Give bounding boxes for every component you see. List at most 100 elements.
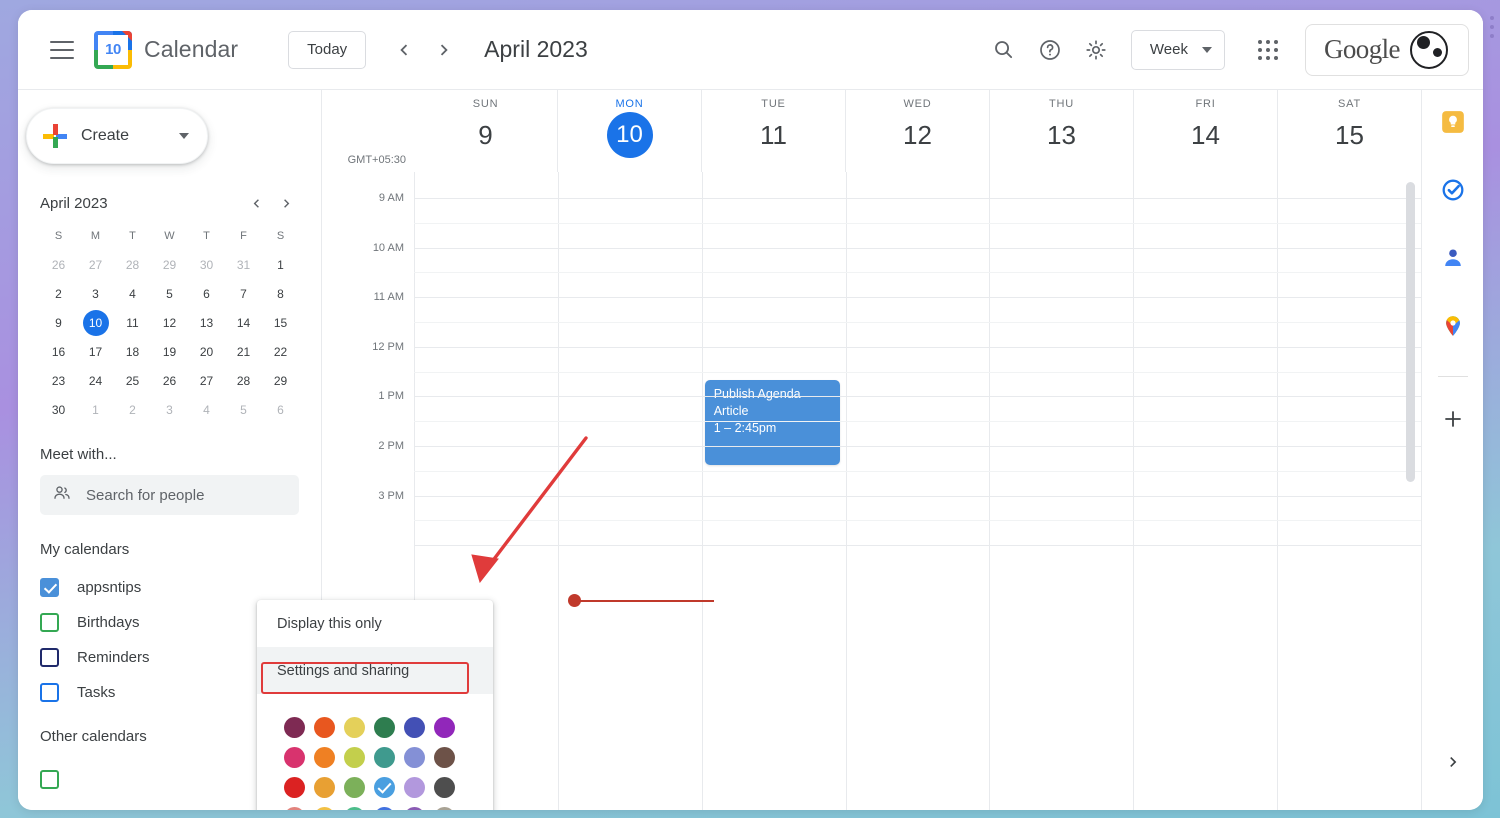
mini-calendar-day[interactable]: 29 bbox=[157, 252, 183, 278]
mini-calendar-day[interactable]: 24 bbox=[83, 368, 109, 394]
color-swatch[interactable] bbox=[369, 712, 399, 742]
apps-grid-icon[interactable] bbox=[1247, 29, 1289, 71]
chevron-right-icon[interactable] bbox=[424, 30, 464, 70]
contacts-icon[interactable] bbox=[1433, 238, 1473, 278]
mini-calendar-day[interactable]: 29 bbox=[268, 368, 294, 394]
context-menu-item-settings-and-sharing[interactable]: Settings and sharing bbox=[257, 647, 493, 694]
view-select[interactable]: Week bbox=[1131, 30, 1225, 70]
mini-calendar-day[interactable]: 8 bbox=[268, 281, 294, 307]
calendar-checkbox[interactable] bbox=[40, 683, 59, 702]
color-swatch[interactable] bbox=[399, 742, 429, 772]
color-swatch[interactable] bbox=[309, 772, 339, 802]
color-swatch[interactable] bbox=[369, 742, 399, 772]
maps-icon[interactable] bbox=[1433, 306, 1473, 346]
day-header-date[interactable]: 14 bbox=[1183, 112, 1229, 158]
color-swatch[interactable] bbox=[309, 712, 339, 742]
account-chip[interactable]: Google bbox=[1305, 24, 1469, 76]
calendar-event[interactable]: Publish Agenda Article1 – 2:45pm bbox=[705, 380, 840, 465]
mini-calendar-day[interactable]: 18 bbox=[120, 339, 146, 365]
mini-calendar-day[interactable]: 3 bbox=[157, 397, 183, 423]
mini-calendar-day[interactable]: 19 bbox=[157, 339, 183, 365]
mini-calendar-day[interactable]: 1 bbox=[83, 397, 109, 423]
search-people-input[interactable]: Search for people bbox=[40, 475, 299, 515]
day-column[interactable]: Publish Agenda Article1 – 2:45pm bbox=[702, 172, 846, 810]
color-swatch[interactable] bbox=[399, 802, 429, 810]
mini-calendar-day[interactable]: 27 bbox=[83, 252, 109, 278]
day-column[interactable] bbox=[989, 172, 1133, 810]
mini-calendar-day[interactable]: 22 bbox=[268, 339, 294, 365]
mini-calendar-day[interactable]: 6 bbox=[194, 281, 220, 307]
color-swatch[interactable] bbox=[339, 772, 369, 802]
color-swatch[interactable] bbox=[309, 802, 339, 810]
color-swatch[interactable] bbox=[369, 772, 399, 802]
day-header-date[interactable]: 9 bbox=[463, 112, 509, 158]
color-swatch[interactable] bbox=[399, 712, 429, 742]
mini-calendar-day[interactable]: 26 bbox=[157, 368, 183, 394]
expand-panel-button[interactable] bbox=[1435, 744, 1471, 780]
mini-calendar-day[interactable]: 27 bbox=[194, 368, 220, 394]
color-swatch[interactable] bbox=[429, 802, 459, 810]
mini-calendar-day[interactable]: 14 bbox=[231, 310, 257, 336]
today-button[interactable]: Today bbox=[288, 31, 366, 69]
day-header-date[interactable]: 12 bbox=[895, 112, 941, 158]
mini-calendar-day[interactable]: 25 bbox=[120, 368, 146, 394]
mini-calendar-day[interactable]: 13 bbox=[194, 310, 220, 336]
day-column[interactable] bbox=[1133, 172, 1277, 810]
search-icon[interactable] bbox=[983, 29, 1025, 71]
color-swatch[interactable] bbox=[429, 772, 459, 802]
color-swatch[interactable] bbox=[339, 802, 369, 810]
mini-calendar-next[interactable] bbox=[273, 190, 299, 216]
calendar-checkbox[interactable] bbox=[40, 578, 59, 597]
mini-calendar-day[interactable]: 6 bbox=[268, 397, 294, 423]
color-swatch[interactable] bbox=[279, 712, 309, 742]
day-column[interactable] bbox=[846, 172, 990, 810]
mini-calendar-day[interactable]: 23 bbox=[46, 368, 72, 394]
mini-calendar-day[interactable]: 5 bbox=[157, 281, 183, 307]
mini-calendar-day[interactable]: 15 bbox=[268, 310, 294, 336]
mini-calendar-day[interactable]: 2 bbox=[46, 281, 72, 307]
day-column[interactable] bbox=[1277, 172, 1421, 810]
mini-calendar-day[interactable]: 9 bbox=[46, 310, 72, 336]
color-swatch[interactable] bbox=[309, 742, 339, 772]
day-header-date-today[interactable]: 10 bbox=[607, 112, 653, 158]
mini-calendar-day[interactable]: 20 bbox=[194, 339, 220, 365]
color-swatch[interactable] bbox=[369, 802, 399, 810]
plus-icon[interactable] bbox=[1433, 399, 1473, 439]
mini-calendar-day[interactable]: 30 bbox=[194, 252, 220, 278]
mini-calendar-day[interactable]: 30 bbox=[46, 397, 72, 423]
color-swatch[interactable] bbox=[339, 742, 369, 772]
calendar-checkbox[interactable] bbox=[40, 613, 59, 632]
mini-calendar-day[interactable]: 31 bbox=[231, 252, 257, 278]
tasks-icon[interactable] bbox=[1433, 170, 1473, 210]
keep-icon[interactable] bbox=[1433, 102, 1473, 142]
mini-calendar-day[interactable]: 4 bbox=[194, 397, 220, 423]
color-swatch[interactable] bbox=[339, 712, 369, 742]
color-swatch[interactable] bbox=[279, 742, 309, 772]
calendar-checkbox[interactable] bbox=[40, 648, 59, 667]
calendar-checkbox[interactable] bbox=[40, 770, 59, 789]
hamburger-icon[interactable] bbox=[38, 29, 86, 71]
mini-calendar-day[interactable]: 26 bbox=[46, 252, 72, 278]
mini-calendar-day[interactable]: 11 bbox=[120, 310, 146, 336]
mini-calendar-day-selected[interactable]: 10 bbox=[83, 310, 109, 336]
mini-calendar-day[interactable]: 7 bbox=[231, 281, 257, 307]
day-column[interactable] bbox=[558, 172, 702, 810]
help-circle-icon[interactable] bbox=[1029, 29, 1071, 71]
mini-calendar-day[interactable]: 3 bbox=[83, 281, 109, 307]
mini-calendar-day[interactable]: 4 bbox=[120, 281, 146, 307]
color-swatch[interactable] bbox=[279, 802, 309, 810]
color-swatch[interactable] bbox=[429, 712, 459, 742]
mini-calendar-prev[interactable] bbox=[243, 190, 269, 216]
color-swatch[interactable] bbox=[279, 772, 309, 802]
color-swatch[interactable] bbox=[429, 742, 459, 772]
vertical-scrollbar[interactable] bbox=[1406, 182, 1415, 482]
day-header-date[interactable]: 15 bbox=[1327, 112, 1373, 158]
mini-calendar-day[interactable]: 5 bbox=[231, 397, 257, 423]
mini-calendar-day[interactable]: 17 bbox=[83, 339, 109, 365]
day-header-date[interactable]: 13 bbox=[1039, 112, 1085, 158]
create-button[interactable]: Create bbox=[26, 108, 208, 164]
chevron-left-icon[interactable] bbox=[384, 30, 424, 70]
day-header-date[interactable]: 11 bbox=[751, 112, 797, 158]
gear-icon[interactable] bbox=[1075, 29, 1117, 71]
mini-calendar-day[interactable]: 1 bbox=[268, 252, 294, 278]
